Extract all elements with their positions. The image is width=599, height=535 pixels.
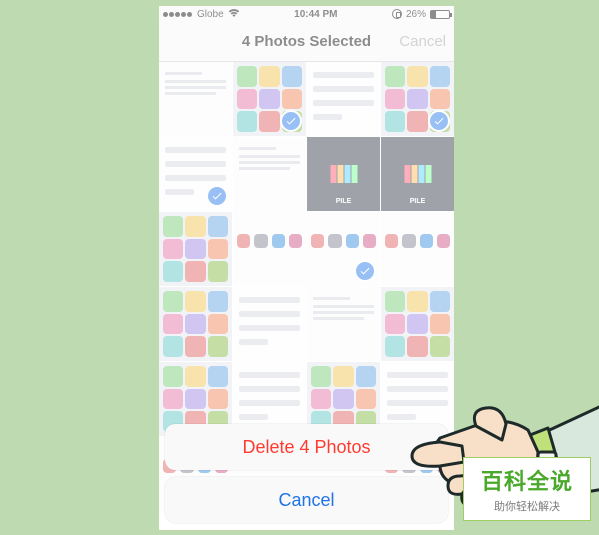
carrier-label: Globe [197, 9, 224, 20]
phone-frame: Globe 10:44 PM 26% 4 Photos Selected Can… [159, 6, 454, 530]
signal-dots-icon [163, 9, 193, 20]
battery-pct-label: 26% [406, 9, 426, 20]
wifi-icon [228, 8, 240, 21]
orientation-lock-icon [392, 9, 402, 19]
photo-thumb[interactable] [381, 62, 454, 136]
photo-thumb[interactable] [159, 62, 232, 136]
clock-label: 10:44 PM [240, 9, 392, 20]
photo-thumb[interactable] [159, 287, 232, 361]
photo-thumb[interactable] [307, 62, 380, 136]
photo-thumb[interactable] [233, 137, 306, 211]
selection-check-icon [428, 110, 450, 132]
selection-check-icon [354, 260, 376, 282]
photo-thumb[interactable] [233, 212, 306, 286]
nav-bar: 4 Photos Selected Cancel [159, 22, 454, 62]
battery-icon [430, 10, 450, 19]
badge-subtitle: 助你轻松解决 [494, 498, 560, 514]
status-bar: Globe 10:44 PM 26% [159, 6, 454, 22]
photo-thumb[interactable] [159, 137, 232, 211]
badge-title: 百科全说 [481, 464, 573, 496]
photo-thumb[interactable] [381, 212, 454, 286]
selection-check-icon [280, 110, 302, 132]
delete-photos-button[interactable]: Delete 4 Photos [165, 424, 448, 470]
action-sheet: Delete 4 Photos Cancel [165, 424, 448, 523]
photo-thumb[interactable]: PILE [307, 137, 380, 211]
selection-check-icon [206, 185, 228, 207]
photo-thumb[interactable] [307, 212, 380, 286]
photo-thumb[interactable] [159, 212, 232, 286]
photo-thumb[interactable] [307, 287, 380, 361]
photo-thumb[interactable] [233, 287, 306, 361]
photo-thumb[interactable]: PILE [381, 137, 454, 211]
photo-thumb[interactable] [233, 62, 306, 136]
nav-cancel-button[interactable]: Cancel [399, 33, 446, 50]
site-badge: 百科全说 助你轻松解决 [463, 457, 591, 521]
photo-thumb[interactable] [381, 287, 454, 361]
actionsheet-cancel-button[interactable]: Cancel [165, 477, 448, 523]
